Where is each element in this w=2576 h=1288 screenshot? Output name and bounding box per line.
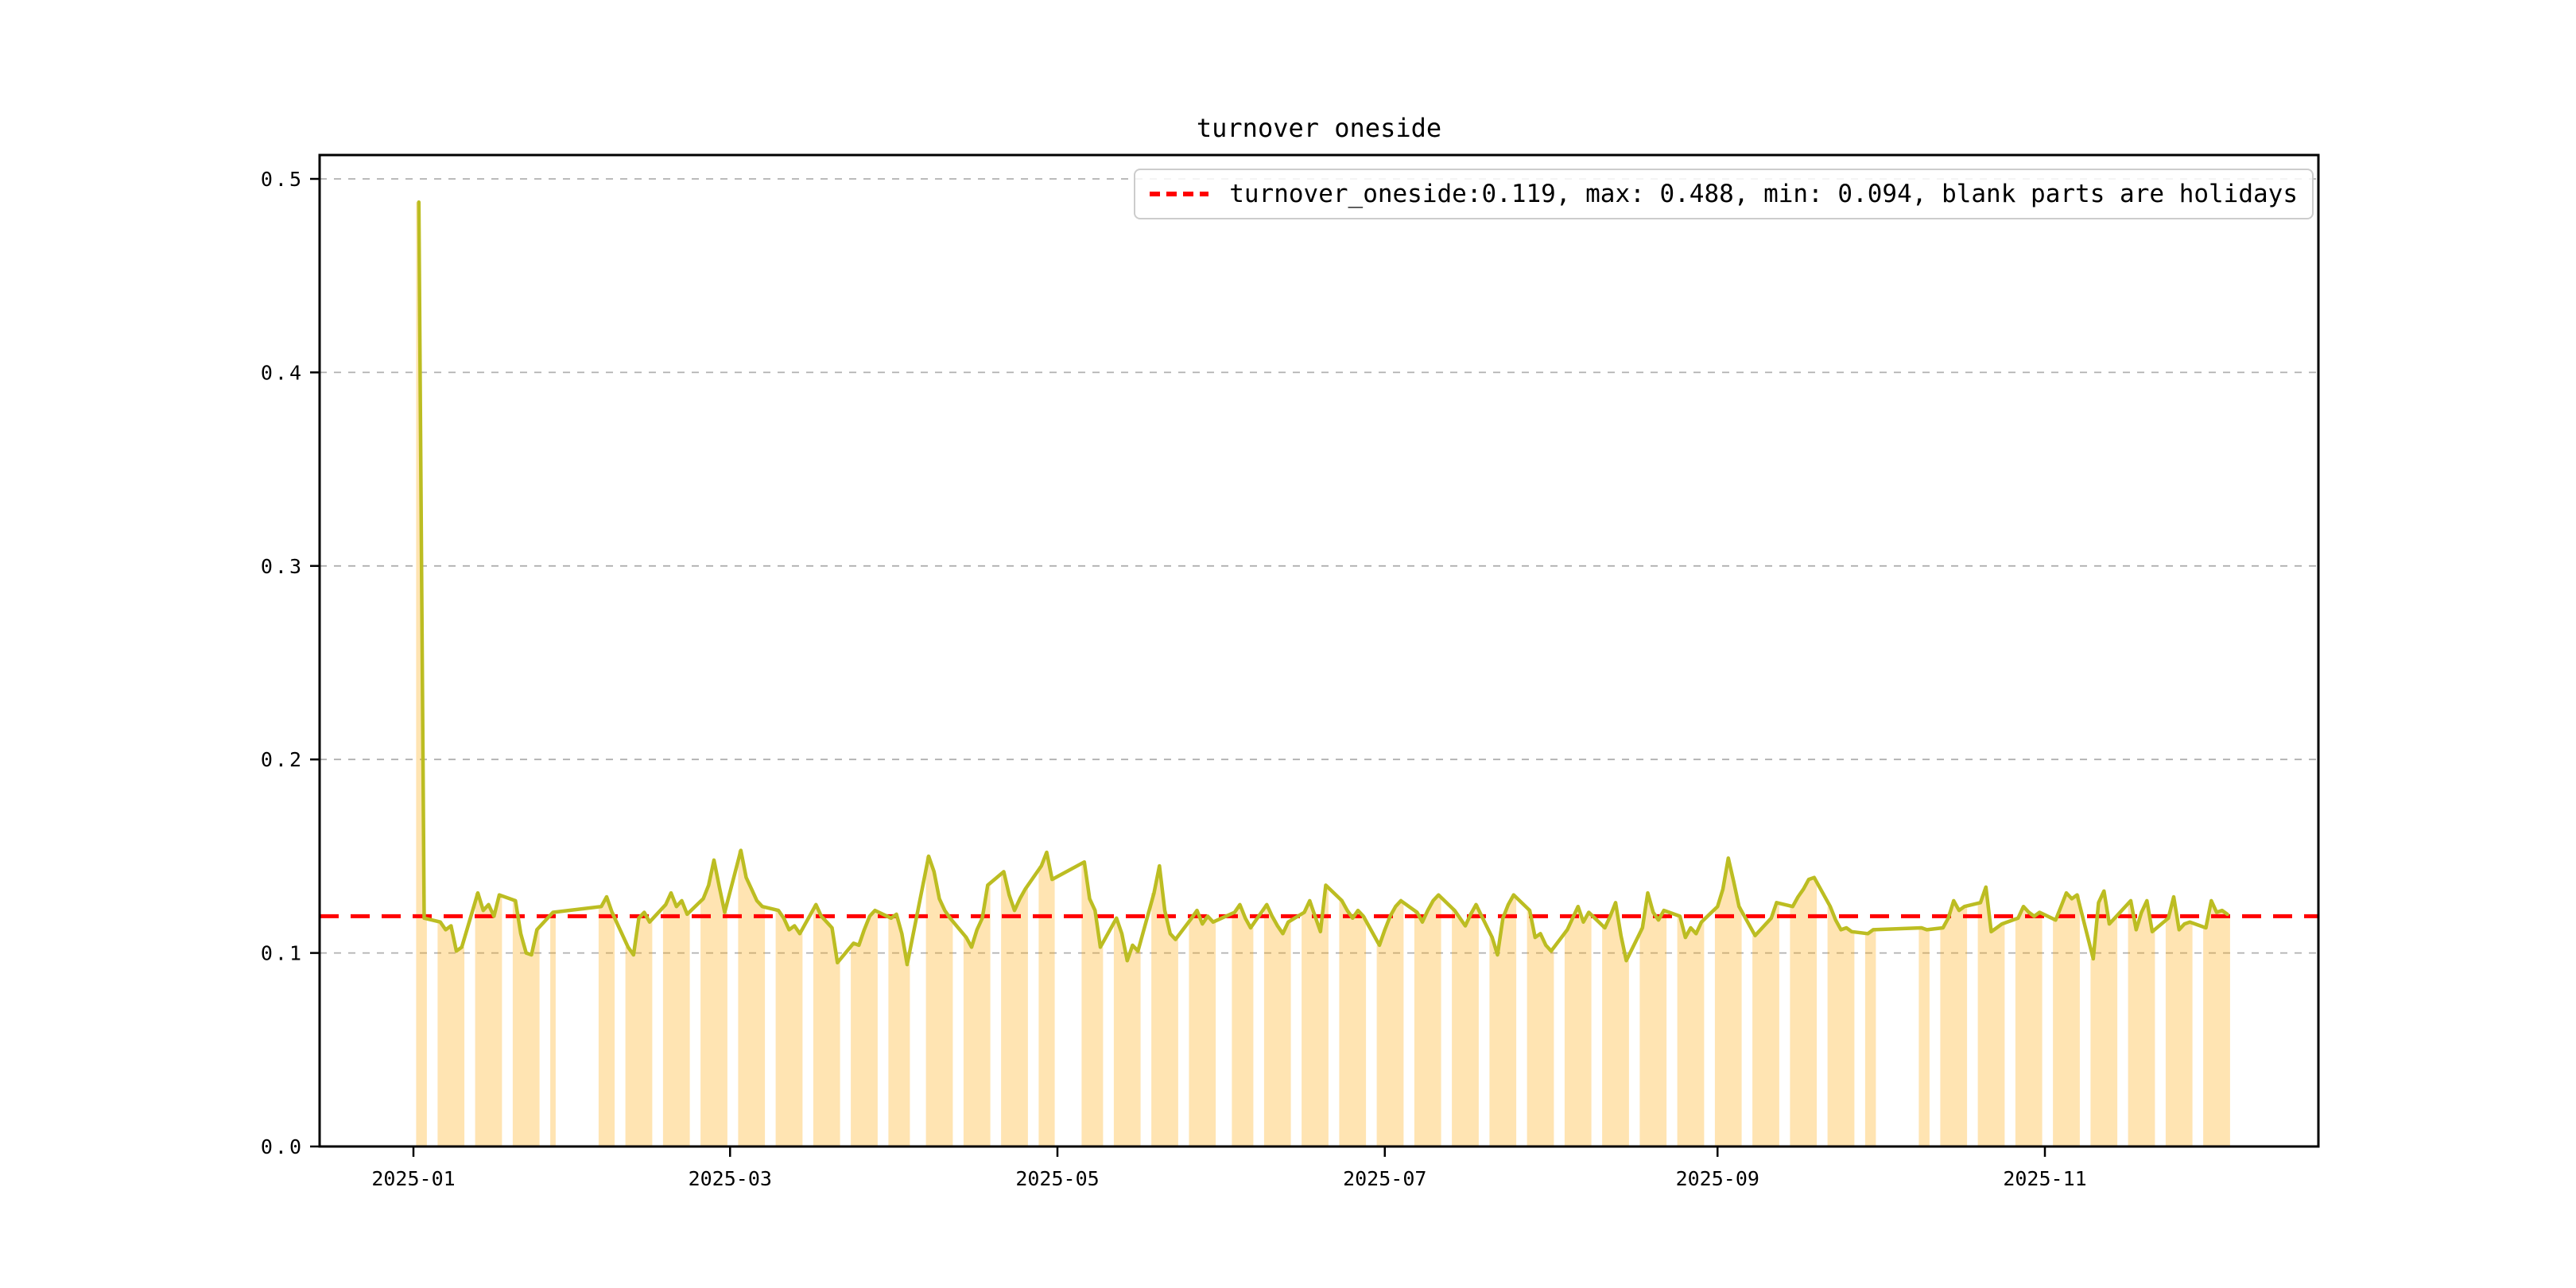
trading-day-band: [475, 893, 502, 1146]
y-tick-label: 0.4: [261, 361, 304, 384]
legend-label: turnover_oneside:0.119, max: 0.488, min:…: [1229, 180, 2298, 208]
trading-day-band: [663, 893, 690, 1146]
trading-day-band: [1940, 901, 1967, 1146]
trading-day-band: [1527, 910, 1554, 1146]
trading-day-band: [1678, 916, 1705, 1146]
trading-day-band: [964, 885, 991, 1146]
trading-day-band: [1865, 929, 1876, 1146]
turnover-line: [419, 202, 2228, 964]
figure: 0.00.10.20.30.40.52025-012025-032025-052…: [0, 0, 2576, 1288]
x-tick-label: 2025-07: [1343, 1167, 1426, 1190]
series: [419, 202, 2228, 964]
trading-day-band: [2015, 906, 2043, 1146]
x-axis: 2025-01 2025-03 2025-05 2025-07 2025-09 2025-…: [371, 1146, 2086, 1190]
x-tick-label: 2025-11: [2003, 1167, 2086, 1190]
trading-day-band: [1639, 893, 1666, 1146]
trading-day-band: [1918, 928, 1930, 1146]
trading-day-band: [813, 905, 840, 1146]
chart-title: turnover oneside: [320, 113, 2318, 143]
trading-day-band: [2053, 893, 2080, 1146]
x-tick-label: 2025-03: [689, 1167, 772, 1190]
trading-day-band: [776, 910, 803, 1146]
trading-day-band: [851, 910, 878, 1146]
trading-day-band: [599, 897, 615, 1146]
y-tick-label: 0.2: [261, 748, 304, 771]
trading-day-band: [1452, 905, 1479, 1146]
y-tick-label: 0.1: [261, 942, 304, 965]
x-tick-label: 2025-05: [1015, 1167, 1099, 1190]
trading-day-band: [1038, 852, 1054, 1146]
y-tick-label: 0.5: [261, 168, 304, 191]
trading-day-band: [888, 914, 910, 1146]
trading-day-band: [1752, 902, 1779, 1146]
trading-day-band: [550, 913, 556, 1147]
trading-day-band: [1302, 885, 1329, 1146]
holiday-bands: [416, 202, 2230, 1146]
legend: turnover_oneside:0.119, max: 0.488, min:…: [1134, 169, 2314, 219]
red-dashed-line-icon: [1150, 190, 1208, 198]
trading-day-band: [1414, 895, 1441, 1146]
trading-day-band: [1489, 895, 1516, 1146]
trading-day-band: [1828, 906, 1855, 1146]
trading-day-band: [2128, 901, 2155, 1146]
trading-day-band: [437, 922, 464, 1146]
y-tick-label: 0.0: [261, 1135, 304, 1158]
x-tick-label: 2025-01: [371, 1167, 455, 1190]
trading-day-band: [1339, 901, 1366, 1146]
x-tick-label: 2025-09: [1676, 1167, 1759, 1190]
trading-day-band: [1189, 910, 1216, 1146]
trading-day-band: [1264, 905, 1291, 1146]
trading-day-band: [2203, 901, 2230, 1146]
trading-day-band: [738, 851, 765, 1146]
trading-day-band: [1001, 871, 1028, 1146]
trading-day-band: [2166, 897, 2193, 1146]
trading-day-band: [1565, 906, 1592, 1146]
trading-day-band: [1602, 902, 1629, 1146]
y-tick-label: 0.3: [261, 555, 304, 578]
y-axis: 0.0 0.1 0.2 0.3 0.4 0.5: [261, 168, 320, 1158]
trading-day-band: [1232, 905, 1253, 1146]
gridlines: [320, 179, 2318, 953]
